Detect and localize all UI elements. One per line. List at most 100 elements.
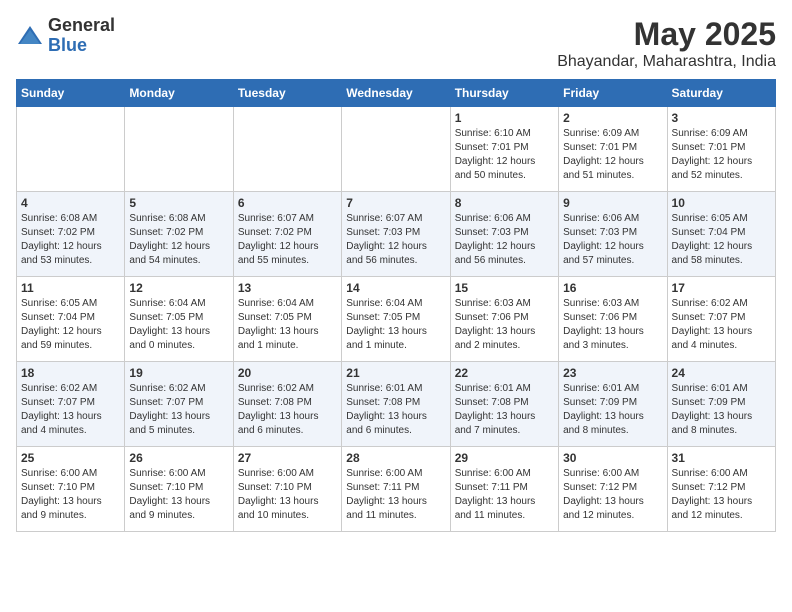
day-number: 30 [563,451,662,465]
day-info: Sunrise: 6:00 AM Sunset: 7:11 PM Dayligh… [455,467,554,523]
day-number: 16 [563,281,662,295]
day-info: Sunrise: 6:01 AM Sunset: 7:09 PM Dayligh… [563,382,662,438]
day-info: Sunrise: 6:00 AM Sunset: 7:11 PM Dayligh… [346,467,445,523]
calendar-week-row: 25 Sunrise: 6:00 AM Sunset: 7:10 PM Dayli… [17,447,776,532]
weekday-header: Tuesday [233,80,341,107]
calendar-cell: 19 Sunrise: 6:02 AM Sunset: 7:07 PM Dayli… [125,362,233,447]
day-number: 7 [346,196,445,210]
calendar-cell: 18 Sunrise: 6:02 AM Sunset: 7:07 PM Dayli… [17,362,125,447]
calendar-table: SundayMondayTuesdayWednesdayThursdayFrid… [16,79,776,532]
day-number: 4 [21,196,120,210]
day-number: 13 [238,281,337,295]
logo-general: General [48,16,115,36]
day-info: Sunrise: 6:01 AM Sunset: 7:08 PM Dayligh… [455,382,554,438]
day-number: 20 [238,366,337,380]
day-info: Sunrise: 6:04 AM Sunset: 7:05 PM Dayligh… [129,297,228,353]
calendar-cell: 28 Sunrise: 6:00 AM Sunset: 7:11 PM Dayli… [342,447,450,532]
calendar-cell: 1 Sunrise: 6:10 AM Sunset: 7:01 PM Daylig… [450,107,558,192]
weekday-header: Friday [559,80,667,107]
day-info: Sunrise: 6:07 AM Sunset: 7:02 PM Dayligh… [238,212,337,268]
calendar-cell: 22 Sunrise: 6:01 AM Sunset: 7:08 PM Dayli… [450,362,558,447]
day-info: Sunrise: 6:00 AM Sunset: 7:10 PM Dayligh… [129,467,228,523]
day-info: Sunrise: 6:09 AM Sunset: 7:01 PM Dayligh… [672,127,771,183]
calendar-week-row: 1 Sunrise: 6:10 AM Sunset: 7:01 PM Daylig… [17,107,776,192]
calendar-cell: 21 Sunrise: 6:01 AM Sunset: 7:08 PM Dayli… [342,362,450,447]
day-info: Sunrise: 6:00 AM Sunset: 7:12 PM Dayligh… [672,467,771,523]
day-number: 2 [563,111,662,125]
calendar-cell: 8Sunrise: 6:06 AM Sunset: 7:03 PM Daylig… [450,192,558,277]
calendar-cell: 29 Sunrise: 6:00 AM Sunset: 7:11 PM Dayli… [450,447,558,532]
calendar-week-row: 11 Sunrise: 6:05 AM Sunset: 7:04 PM Dayli… [17,277,776,362]
month-title: May 2025 [557,16,776,53]
logo: General Blue [16,16,115,56]
day-info: Sunrise: 6:00 AM Sunset: 7:12 PM Dayligh… [563,467,662,523]
calendar-cell: 7 Sunrise: 6:07 AM Sunset: 7:03 PM Daylig… [342,192,450,277]
day-info: Sunrise: 6:05 AM Sunset: 7:04 PM Dayligh… [21,297,120,353]
calendar-cell: 13Sunrise: 6:04 AM Sunset: 7:05 PM Dayli… [233,277,341,362]
calendar-cell [342,107,450,192]
calendar-cell: 5 Sunrise: 6:08 AM Sunset: 7:02 PM Daylig… [125,192,233,277]
calendar-cell [125,107,233,192]
day-info: Sunrise: 6:02 AM Sunset: 7:07 PM Dayligh… [129,382,228,438]
day-number: 12 [129,281,228,295]
day-number: 21 [346,366,445,380]
day-number: 17 [672,281,771,295]
day-number: 31 [672,451,771,465]
calendar-cell: 20 Sunrise: 6:02 AM Sunset: 7:08 PM Dayli… [233,362,341,447]
calendar-week-row: 18 Sunrise: 6:02 AM Sunset: 7:07 PM Dayli… [17,362,776,447]
day-info: Sunrise: 6:06 AM Sunset: 7:03 PM Dayligh… [455,212,554,268]
calendar-cell: 4 Sunrise: 6:08 AM Sunset: 7:02 PM Daylig… [17,192,125,277]
calendar-cell: 23 Sunrise: 6:01 AM Sunset: 7:09 PM Dayli… [559,362,667,447]
calendar-cell [17,107,125,192]
day-number: 10 [672,196,771,210]
calendar-cell: 14Sunrise: 6:04 AM Sunset: 7:05 PM Dayli… [342,277,450,362]
calendar-cell: 31 Sunrise: 6:00 AM Sunset: 7:12 PM Dayli… [667,447,775,532]
day-info: Sunrise: 6:01 AM Sunset: 7:09 PM Dayligh… [672,382,771,438]
day-number: 27 [238,451,337,465]
day-info: Sunrise: 6:03 AM Sunset: 7:06 PM Dayligh… [563,297,662,353]
calendar-cell: 27Sunrise: 6:00 AM Sunset: 7:10 PM Dayli… [233,447,341,532]
calendar-cell: 15Sunrise: 6:03 AM Sunset: 7:06 PM Dayli… [450,277,558,362]
day-number: 6 [238,196,337,210]
day-number: 25 [21,451,120,465]
day-info: Sunrise: 6:02 AM Sunset: 7:07 PM Dayligh… [672,297,771,353]
day-info: Sunrise: 6:08 AM Sunset: 7:02 PM Dayligh… [129,212,228,268]
day-number: 22 [455,366,554,380]
day-info: Sunrise: 6:07 AM Sunset: 7:03 PM Dayligh… [346,212,445,268]
weekday-header: Monday [125,80,233,107]
day-info: Sunrise: 6:10 AM Sunset: 7:01 PM Dayligh… [455,127,554,183]
calendar-cell: 24 Sunrise: 6:01 AM Sunset: 7:09 PM Dayli… [667,362,775,447]
title-block: May 2025 Bhayandar, Maharashtra, India [557,16,776,71]
calendar-week-row: 4 Sunrise: 6:08 AM Sunset: 7:02 PM Daylig… [17,192,776,277]
day-number: 29 [455,451,554,465]
calendar-cell: 25 Sunrise: 6:00 AM Sunset: 7:10 PM Dayli… [17,447,125,532]
day-number: 11 [21,281,120,295]
day-info: Sunrise: 6:09 AM Sunset: 7:01 PM Dayligh… [563,127,662,183]
day-info: Sunrise: 6:08 AM Sunset: 7:02 PM Dayligh… [21,212,120,268]
day-number: 24 [672,366,771,380]
day-info: Sunrise: 6:01 AM Sunset: 7:08 PM Dayligh… [346,382,445,438]
day-info: Sunrise: 6:00 AM Sunset: 7:10 PM Dayligh… [21,467,120,523]
day-number: 18 [21,366,120,380]
day-info: Sunrise: 6:05 AM Sunset: 7:04 PM Dayligh… [672,212,771,268]
day-number: 1 [455,111,554,125]
calendar-cell: 12 Sunrise: 6:04 AM Sunset: 7:05 PM Dayli… [125,277,233,362]
calendar-cell: 2 Sunrise: 6:09 AM Sunset: 7:01 PM Daylig… [559,107,667,192]
day-info: Sunrise: 6:02 AM Sunset: 7:08 PM Dayligh… [238,382,337,438]
calendar-cell: 30 Sunrise: 6:00 AM Sunset: 7:12 PM Dayli… [559,447,667,532]
day-number: 14 [346,281,445,295]
day-number: 23 [563,366,662,380]
weekday-header: Saturday [667,80,775,107]
calendar-header: SundayMondayTuesdayWednesdayThursdayFrid… [17,80,776,107]
location-title: Bhayandar, Maharashtra, India [557,53,776,71]
calendar-cell: 6 Sunrise: 6:07 AM Sunset: 7:02 PM Daylig… [233,192,341,277]
calendar-cell: 26Sunrise: 6:00 AM Sunset: 7:10 PM Dayli… [125,447,233,532]
day-info: Sunrise: 6:02 AM Sunset: 7:07 PM Dayligh… [21,382,120,438]
day-number: 5 [129,196,228,210]
weekday-header: Sunday [17,80,125,107]
day-number: 28 [346,451,445,465]
calendar-cell: 10 Sunrise: 6:05 AM Sunset: 7:04 PM Dayli… [667,192,775,277]
calendar-cell: 16 Sunrise: 6:03 AM Sunset: 7:06 PM Dayli… [559,277,667,362]
logo-text: General Blue [48,16,115,56]
day-number: 19 [129,366,228,380]
